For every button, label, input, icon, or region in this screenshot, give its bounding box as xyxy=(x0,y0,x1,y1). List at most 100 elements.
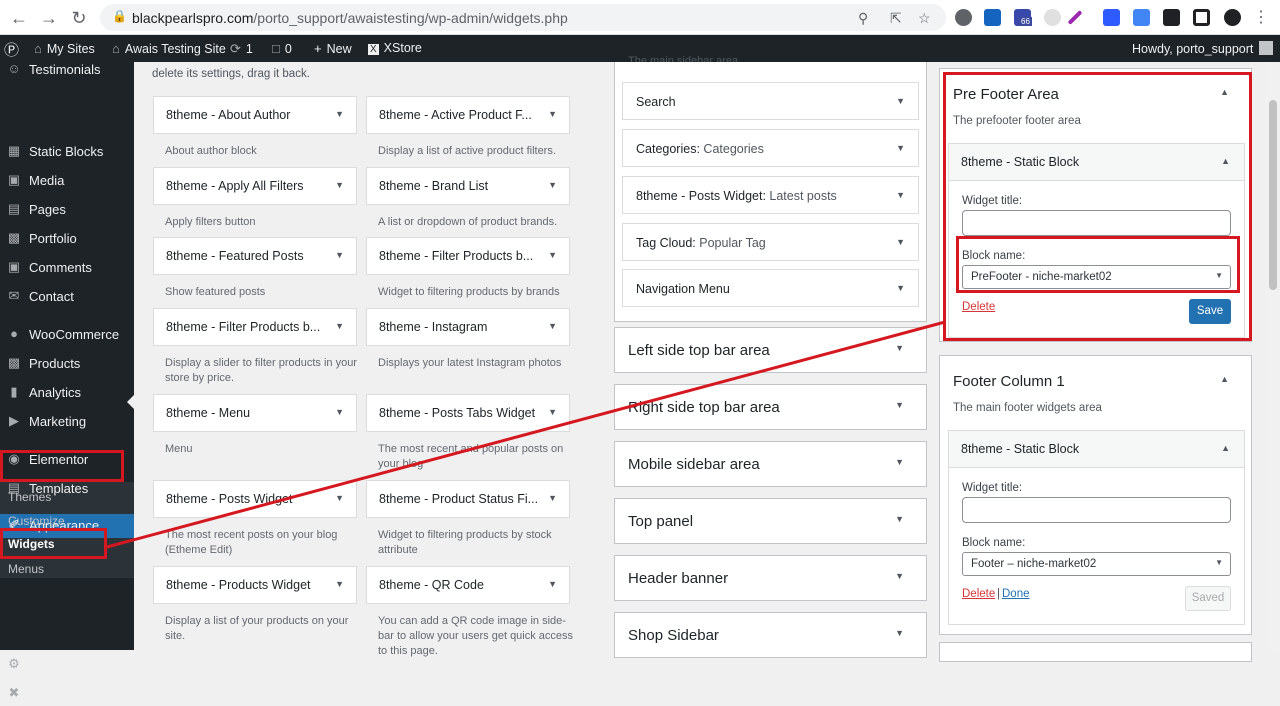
sidebar-area[interactable]: Top panel ▼ xyxy=(614,498,927,544)
profile-avatar-icon[interactable] xyxy=(1224,9,1241,26)
sidebar-area[interactable]: Right side top bar area ▼ xyxy=(614,384,927,430)
available-widget[interactable]: 8theme - Products Widget ▼ xyxy=(153,566,357,604)
caret-down-icon[interactable]: ▼ xyxy=(548,180,557,190)
caret-down-icon[interactable]: ▼ xyxy=(896,143,905,153)
bookmark-star-icon[interactable]: ☆ xyxy=(918,10,931,27)
wordpress-logo-icon[interactable]: Ⓟ xyxy=(4,39,19,60)
sidebar-item-media[interactable]: ▣ Media xyxy=(0,169,134,193)
available-widget[interactable]: 8theme - Apply All Filters ▼ xyxy=(153,167,357,205)
available-widget[interactable]: 8theme - QR Code ▼ xyxy=(366,566,570,604)
sidebar-item-products[interactable]: ▩ Products xyxy=(0,352,134,376)
save-button[interactable]: Save xyxy=(1189,299,1231,324)
address-bar[interactable]: 🔒 blackpearlspro.com/porto_support/awais… xyxy=(100,4,946,31)
available-widget[interactable]: 8theme - About Author ▼ xyxy=(153,96,357,134)
sidebar-area[interactable]: Mobile sidebar area ▼ xyxy=(614,441,927,487)
widget-header[interactable]: 8theme - Static Block ▲ xyxy=(949,431,1244,468)
sidebar-item-pages[interactable]: ▤ Pages xyxy=(0,198,134,222)
page-scrollbar[interactable] xyxy=(1266,62,1280,650)
available-widget[interactable]: 8theme - Filter Products b... ▼ xyxy=(366,237,570,275)
sidebar-widget[interactable]: Navigation Menu ▼ xyxy=(622,269,919,307)
submenu-menus[interactable]: Menus xyxy=(8,562,44,576)
available-widget[interactable]: 8theme - Brand List ▼ xyxy=(366,167,570,205)
extension-hat-icon[interactable]: 66 xyxy=(1014,9,1032,26)
forward-arrow-icon[interactable]: → xyxy=(38,7,60,29)
collapse-arrow-icon[interactable]: ▲ xyxy=(1221,443,1230,453)
sidebar-area[interactable]: Shop Sidebar ▼ xyxy=(614,612,927,658)
my-sites-link[interactable]: ⌂ My Sites xyxy=(34,41,95,56)
sidebar-item-contact[interactable]: ✉ Contact xyxy=(0,285,134,309)
sidebar-item-plugins[interactable]: ⚙ Plugins xyxy=(0,653,134,677)
zoom-icon[interactable]: ⚲ xyxy=(858,10,868,27)
done-link[interactable]: Done xyxy=(1002,588,1030,600)
sidebar-item-comments[interactable]: ▣ Comments xyxy=(0,256,134,280)
sidebar-item-static-blocks[interactable]: ▦ Static Blocks xyxy=(0,140,134,164)
submenu-widgets[interactable]: Widgets xyxy=(8,537,55,551)
sidebar-item-woocommerce[interactable]: ● WooCommerce xyxy=(0,323,134,347)
block-name-select[interactable]: Footer – niche-market02 ▼ xyxy=(962,552,1231,576)
caret-down-icon[interactable]: ▼ xyxy=(895,400,904,410)
caret-down-icon[interactable]: ▼ xyxy=(335,109,344,119)
caret-down-icon[interactable]: ▼ xyxy=(335,321,344,331)
sidebar-item-portfolio[interactable]: ▩ Portfolio xyxy=(0,227,134,251)
caret-down-icon[interactable]: ▼ xyxy=(335,407,344,417)
caret-down-icon[interactable]: ▼ xyxy=(548,407,557,417)
available-widget[interactable]: 8theme - Posts Tabs Widget ▼ xyxy=(366,394,570,432)
share-icon[interactable]: ⇱ xyxy=(890,10,902,27)
sidebar-widget[interactable]: 8theme - Posts Widget: Latest posts ▼ xyxy=(622,176,919,214)
available-widget[interactable]: 8theme - Menu ▼ xyxy=(153,394,357,432)
collapse-arrow-icon[interactable]: ▲ xyxy=(1220,87,1229,97)
caret-down-icon[interactable]: ▼ xyxy=(895,343,904,353)
delete-link[interactable]: Delete xyxy=(962,588,995,600)
submenu-themes[interactable]: Themes xyxy=(8,490,51,504)
caret-down-icon[interactable]: ▼ xyxy=(335,250,344,260)
widget-header[interactable]: 8theme - Static Block ▲ xyxy=(949,144,1244,181)
updates-link[interactable]: ⟳ 1 xyxy=(230,41,253,57)
caret-down-icon[interactable]: ▼ xyxy=(895,571,904,581)
kebab-menu-icon[interactable]: ⋮ xyxy=(1250,7,1272,29)
comments-link[interactable]: □ 0 xyxy=(272,41,292,56)
site-name-link[interactable]: ⌂ Awais Testing Site xyxy=(112,41,226,56)
reload-icon[interactable]: ↻ xyxy=(68,7,90,29)
sidebar-item-analytics[interactable]: ▮ Analytics xyxy=(0,381,134,405)
caret-down-icon[interactable]: ▼ xyxy=(548,250,557,260)
caret-down-icon[interactable]: ▼ xyxy=(335,579,344,589)
extension-translate-icon[interactable] xyxy=(1133,9,1150,26)
extension-s-icon[interactable] xyxy=(984,9,1001,26)
sidebar-area[interactable]: Header banner ▼ xyxy=(614,555,927,601)
delete-link[interactable]: Delete xyxy=(962,301,995,313)
available-widget[interactable]: 8theme - Posts Widget ▼ xyxy=(153,480,357,518)
caret-down-icon[interactable]: ▼ xyxy=(896,190,905,200)
extension-globe-icon[interactable] xyxy=(1044,9,1061,26)
available-widget[interactable]: 8theme - Product Status Fi... ▼ xyxy=(366,480,570,518)
caret-down-icon[interactable]: ▼ xyxy=(548,109,557,119)
caret-down-icon[interactable]: ▼ xyxy=(548,321,557,331)
sidebar-item-xstore[interactable]: ✖ XStore xyxy=(0,682,134,706)
available-widget[interactable]: 8theme - Instagram ▼ xyxy=(366,308,570,346)
footer-column-2-panel[interactable] xyxy=(939,642,1252,662)
sidebar-area[interactable]: Left side top bar area ▼ xyxy=(614,327,927,373)
footer-column-1-title[interactable]: Footer Column 1 xyxy=(953,373,1065,390)
extension-video-icon[interactable] xyxy=(1103,9,1120,26)
widget-title-input[interactable] xyxy=(962,210,1231,236)
caret-down-icon[interactable]: ▼ xyxy=(895,628,904,638)
caret-down-icon[interactable]: ▼ xyxy=(896,96,905,106)
collapse-arrow-icon[interactable]: ▲ xyxy=(1221,156,1230,166)
caret-down-icon[interactable]: ▼ xyxy=(548,493,557,503)
scrollbar-thumb[interactable] xyxy=(1269,100,1277,290)
extensions-puzzle-icon[interactable] xyxy=(1163,9,1180,26)
available-widget[interactable]: 8theme - Featured Posts ▼ xyxy=(153,237,357,275)
caret-down-icon[interactable]: ▼ xyxy=(895,457,904,467)
caret-down-icon[interactable]: ▼ xyxy=(335,180,344,190)
caret-down-icon[interactable]: ▼ xyxy=(895,514,904,524)
caret-down-icon[interactable]: ▼ xyxy=(548,579,557,589)
collapse-arrow-icon[interactable]: ▲ xyxy=(1220,374,1229,384)
caret-down-icon[interactable]: ▼ xyxy=(896,237,905,247)
caret-down-icon[interactable]: ▼ xyxy=(335,493,344,503)
back-arrow-icon[interactable]: ← xyxy=(8,7,30,29)
extension-pen-icon[interactable] xyxy=(1067,10,1083,25)
sidebar-item-elementor[interactable]: ◉ Elementor xyxy=(0,448,134,472)
available-widget[interactable]: 8theme - Filter Products b... ▼ xyxy=(153,308,357,346)
new-content-link[interactable]: + New xyxy=(314,41,352,56)
caret-down-icon[interactable]: ▼ xyxy=(896,283,905,293)
block-name-select[interactable]: PreFooter - niche-market02 ▼ xyxy=(962,265,1231,289)
